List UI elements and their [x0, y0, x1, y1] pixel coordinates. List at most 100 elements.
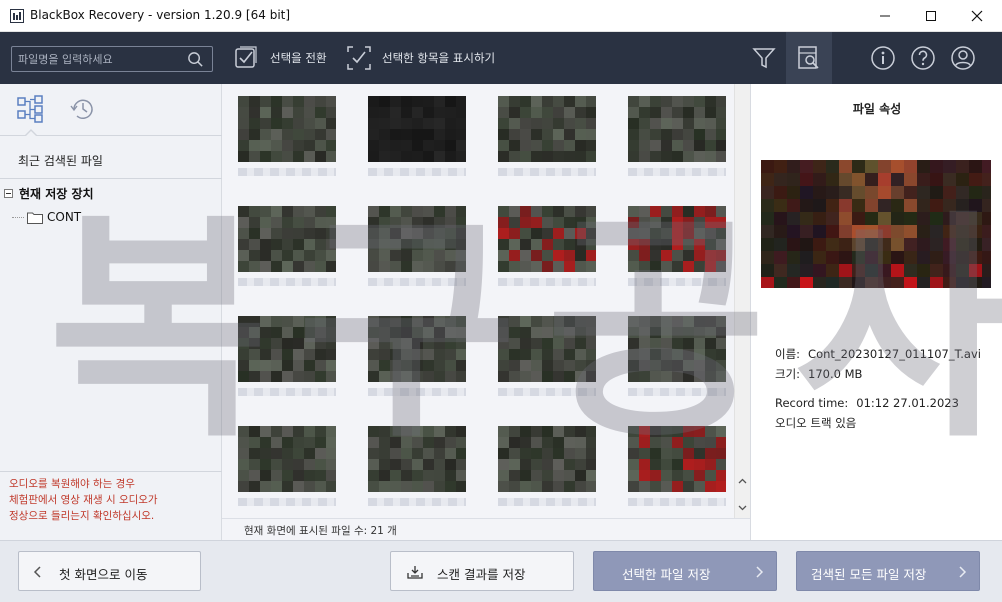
thumbnail-item[interactable] [230, 306, 342, 398]
thumbnail-pixel [456, 107, 466, 118]
save-scan-results-label: 스캔 결과를 저장 [437, 567, 526, 582]
thumbnail-item[interactable] [230, 86, 342, 178]
thumbnail-pixel [293, 316, 304, 327]
thumbnail-image [498, 206, 596, 272]
thumbnail-item[interactable] [230, 416, 342, 508]
thumbnail-pixel [304, 327, 315, 338]
go-home-button[interactable]: 첫 화면으로 이동 [18, 551, 201, 591]
thumbnail-item[interactable] [620, 86, 732, 178]
thumbnail-pixel [379, 250, 390, 261]
thumbnail-item[interactable] [360, 86, 472, 178]
preview-pixel [826, 264, 839, 277]
thumbnail-pixel [542, 459, 553, 470]
grid-scrollbar[interactable] [734, 84, 750, 518]
thumbnail-pixel [390, 459, 401, 470]
preview-pixel [813, 251, 826, 264]
thumbnail-pixel [390, 470, 401, 481]
thumbnail-pixel [498, 140, 509, 151]
thumbnail-pixel [531, 316, 542, 327]
thumbnail-pixel [315, 448, 326, 459]
preview-pixel [917, 225, 930, 238]
preview-pixel [865, 173, 878, 186]
thumbnail-pixel [586, 316, 596, 327]
thumbnail-pixel [379, 437, 390, 448]
thumbnail-item[interactable] [490, 196, 602, 288]
filter-button[interactable] [750, 44, 778, 72]
thumbnail-item[interactable] [620, 416, 732, 508]
recent-files-link[interactable]: 최근 검색된 파일 [18, 152, 103, 169]
thumbnail-pixel [456, 360, 466, 371]
thumbnail-item[interactable] [620, 306, 732, 398]
toggle-selection-label: 선택을 전환 [270, 51, 327, 65]
scroll-up-icon[interactable] [737, 476, 748, 487]
thumbnail-pixel [434, 459, 445, 470]
thumbnail-item[interactable] [490, 306, 602, 398]
thumbnail-pixel [531, 250, 542, 261]
thumbnail-item[interactable] [360, 196, 472, 288]
thumbnail-pixel [293, 206, 304, 217]
thumbnail-pixel [705, 338, 716, 349]
search-input[interactable] [18, 50, 178, 68]
thumbnail-pixel [520, 129, 531, 140]
preview-pixel [917, 186, 930, 199]
info-button[interactable] [869, 44, 897, 72]
toggle-selection-button[interactable]: 선택을 전환 [234, 44, 327, 72]
thumbnail-pixel [716, 349, 726, 360]
save-scan-results-button[interactable]: 스캔 결과를 저장 [390, 551, 574, 591]
thumbnail-pixel [238, 96, 249, 107]
thumbnail-pixel [575, 371, 586, 382]
minimize-button[interactable] [862, 0, 908, 32]
thumbnail-pixel [694, 437, 705, 448]
thumbnail-pixel [445, 140, 456, 151]
maximize-button[interactable] [908, 0, 954, 32]
tree-collapse-toggle[interactable] [4, 189, 13, 198]
preview-pixel [878, 212, 891, 225]
tab-recent[interactable] [68, 94, 98, 124]
thumbnail-item[interactable] [230, 196, 342, 288]
save-all-files-button[interactable]: 검색된 모든 파일 저장 [796, 551, 980, 591]
thumbnail-item[interactable] [490, 416, 602, 508]
close-button[interactable] [954, 0, 1000, 32]
thumbnail-pixel [509, 481, 520, 492]
show-selected-button[interactable]: 선택한 항목을 표시하기 [346, 44, 495, 72]
thumbnail-pixel [498, 316, 509, 327]
thumbnail-pixel [282, 481, 293, 492]
thumbnail-pixel [249, 371, 260, 382]
thumbnail-pixel [650, 140, 661, 151]
thumbnail-pixel [498, 327, 509, 338]
thumbnail-pixel [553, 118, 564, 129]
preview-pixel [787, 238, 800, 251]
help-button[interactable] [909, 44, 937, 72]
thumbnail-item[interactable] [620, 196, 732, 288]
preview-search-button[interactable] [795, 44, 823, 72]
scroll-down-icon[interactable] [737, 502, 748, 513]
thumbnail-pixel [509, 96, 520, 107]
save-selected-files-label: 선택한 파일 저장 [622, 567, 711, 582]
thumbnail-pixel [716, 459, 726, 470]
thumbnail-pixel [628, 316, 639, 327]
thumbnail-pixel [628, 481, 639, 492]
preview-pixel [943, 160, 956, 173]
thumbnail-pixel [304, 228, 315, 239]
save-selected-files-button[interactable]: 선택한 파일 저장 [593, 551, 777, 591]
tab-tree-view[interactable] [16, 94, 46, 124]
tree-item-cont[interactable]: CONT [12, 210, 81, 224]
thumbnail-pixel [661, 470, 672, 481]
tree-root-current-device[interactable]: 현재 저장 장치 [4, 185, 94, 202]
search-icon[interactable] [187, 51, 204, 68]
thumbnail-pixel [553, 250, 564, 261]
thumbnail-pixel [315, 228, 326, 239]
thumbnail-pixel [293, 459, 304, 470]
thumbnail-pixel [260, 470, 271, 481]
thumbnail-item[interactable] [360, 416, 472, 508]
thumbnail-item[interactable] [360, 306, 472, 398]
preview-pixel [787, 160, 800, 173]
preview-pixel [800, 199, 813, 212]
thumbnail-pixel [542, 129, 553, 140]
preview-pixel [930, 264, 943, 277]
thumbnail-item[interactable] [490, 86, 602, 178]
thumbnail-pixel [249, 327, 260, 338]
account-button[interactable] [949, 44, 977, 72]
thumbnail-pixel [315, 459, 326, 470]
thumbnail-pixel [315, 217, 326, 228]
